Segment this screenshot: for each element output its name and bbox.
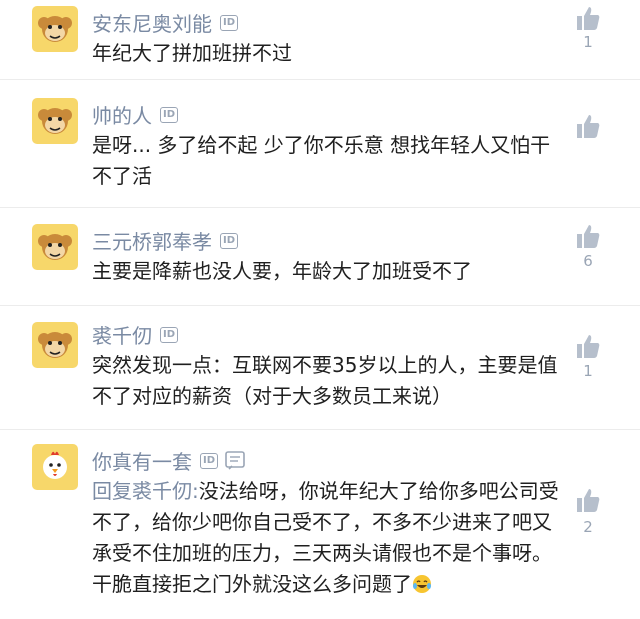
reply-mention[interactable]: 回复裘千仞: xyxy=(92,479,199,503)
username[interactable]: 你真有一套 xyxy=(92,446,192,475)
comment-item: 你真有一套 ID 回复裘千仞:没法给呀，你说年纪大了给你多吧公司受不了，给你少吧… xyxy=(0,430,640,619)
comment-item: 帅的人 ID 是呀... 多了给不起 少了你不乐意 想找年轻人又怕干不了活 xyxy=(0,80,640,208)
username[interactable]: 裘千仞 xyxy=(92,320,152,349)
laughing-tears-emoji-icon xyxy=(413,575,431,593)
thumbs-up-icon xyxy=(577,115,600,138)
username[interactable]: 三元桥郭奉孝 xyxy=(92,226,212,255)
message-icon[interactable] xyxy=(224,450,246,472)
comment-item: 安东尼奥刘能 ID 年纪大了拼加班拼不过 1 xyxy=(0,0,640,80)
like-button[interactable] xyxy=(574,222,602,250)
avatar[interactable] xyxy=(32,322,78,368)
avatar[interactable] xyxy=(32,444,78,490)
avatar[interactable] xyxy=(32,6,78,52)
avatar[interactable] xyxy=(32,224,78,270)
thumbs-up-icon xyxy=(577,489,600,512)
thumbs-up-icon xyxy=(577,7,600,30)
id-badge: ID xyxy=(220,14,239,31)
comment-item: 三元桥郭奉孝 ID 主要是降薪也没人要，年龄大了加班受不了 6 xyxy=(0,208,640,306)
id-badge: ID xyxy=(200,452,219,469)
monkey-avatar-icon xyxy=(38,108,72,134)
thumbs-up-icon xyxy=(577,335,600,358)
like-button[interactable] xyxy=(574,486,602,514)
like-button[interactable] xyxy=(574,332,602,360)
like-count: 1 xyxy=(583,362,593,380)
thumbs-up-icon xyxy=(577,225,600,248)
avatar[interactable] xyxy=(32,98,78,144)
like-button[interactable] xyxy=(574,4,602,32)
monkey-avatar-icon xyxy=(38,234,72,260)
comment-item: 裘千仞 ID 突然发现一点：互联网不要35岁以上的人，主要是值不了对应的薪资（对… xyxy=(0,306,640,430)
like-count: 6 xyxy=(583,252,593,270)
comment-text: 年纪大了拼加班拼不过 xyxy=(92,41,292,65)
username[interactable]: 安东尼奥刘能 xyxy=(92,8,212,37)
chicken-avatar-icon xyxy=(43,451,67,479)
username[interactable]: 帅的人 xyxy=(92,100,152,129)
id-badge: ID xyxy=(160,326,179,343)
id-badge: ID xyxy=(160,106,179,123)
monkey-avatar-icon xyxy=(38,16,72,42)
comment-text: 主要是降薪也没人要，年龄大了加班受不了 xyxy=(92,259,472,283)
id-badge: ID xyxy=(220,232,239,249)
comment-text: 是呀... 多了给不起 少了你不乐意 想找年轻人又怕干不了活 xyxy=(92,133,551,188)
like-button[interactable] xyxy=(574,112,602,140)
like-count: 1 xyxy=(583,33,593,51)
comment-text: 突然发现一点：互联网不要35岁以上的人，主要是值不了对应的薪资（对于大多数员工来… xyxy=(92,353,558,408)
comment-text: 回复裘千仞:没法给呀，你说年纪大了给你多吧公司受不了，给你少吧你自己受不了，不多… xyxy=(92,476,562,600)
monkey-avatar-icon xyxy=(38,332,72,358)
like-count: 2 xyxy=(583,518,593,536)
